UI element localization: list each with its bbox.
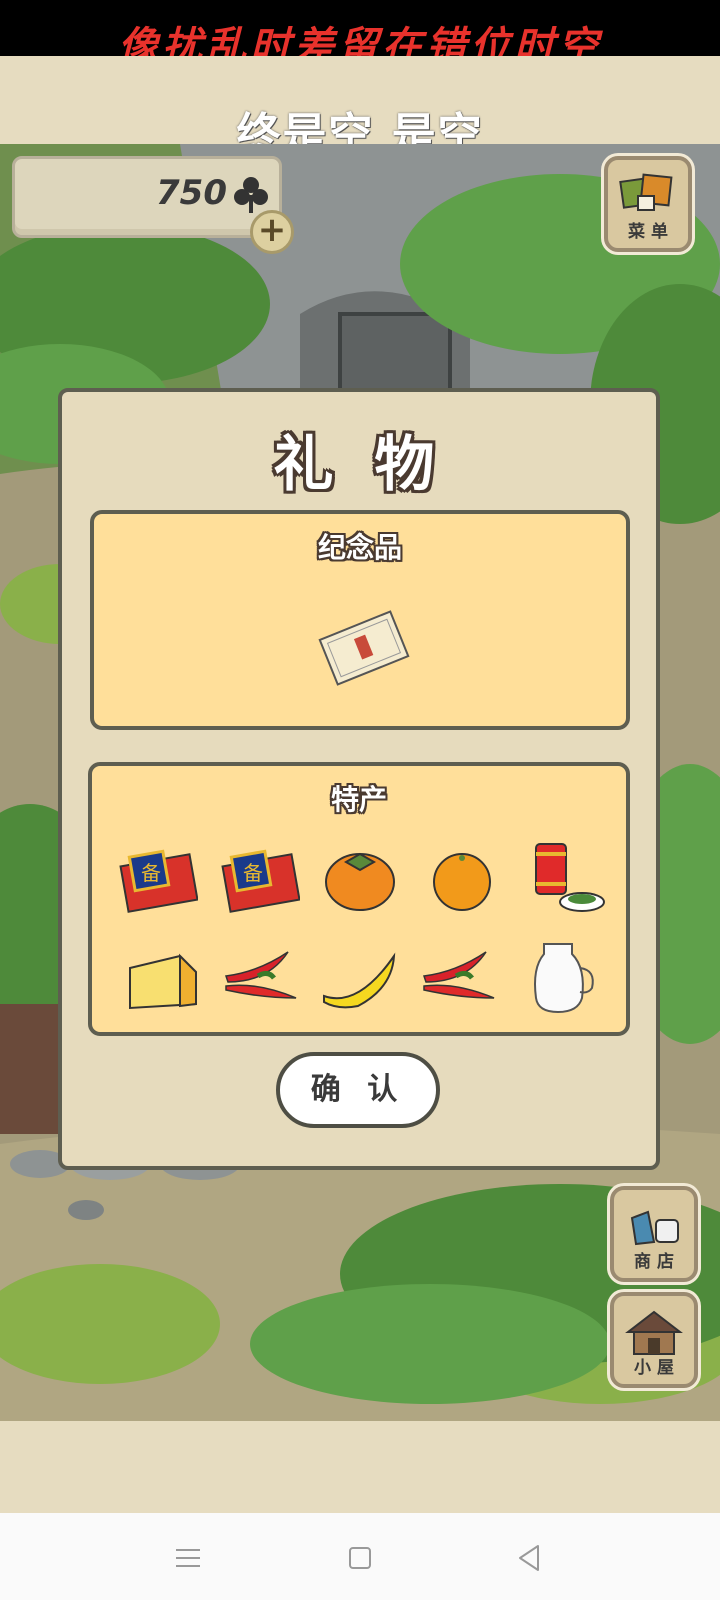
cheese-icon[interactable] — [120, 942, 204, 1018]
souvenir-card-icon[interactable] — [318, 606, 410, 690]
souvenir-panel: 纪念品 — [90, 510, 630, 730]
orange-icon[interactable] — [420, 840, 504, 916]
chili-peppers-icon[interactable] — [416, 942, 500, 1018]
gift-box-icon[interactable]: 备 — [216, 840, 300, 916]
add-clover-button[interactable]: + — [250, 210, 294, 254]
menu-label: 菜 单 — [628, 222, 668, 242]
confirm-button[interactable]: 确 认 — [276, 1052, 440, 1128]
souvenir-title: 纪念品 — [317, 531, 402, 564]
tea-can-icon[interactable] — [522, 840, 606, 916]
house-button[interactable]: 小 屋 — [610, 1292, 698, 1388]
chili-peppers-icon[interactable] — [218, 942, 302, 1018]
gift-box-icon[interactable]: 备 — [114, 840, 198, 916]
bottom-beige-strip — [0, 1421, 720, 1513]
shop-label: 商 店 — [634, 1252, 674, 1272]
dialog-title: 礼 物 — [273, 430, 445, 500]
clover-counter: 750 — [12, 156, 282, 238]
plus-icon: + — [257, 210, 287, 250]
gift-dialog: 礼 物 纪念品 特产 备 备 确 认 — [58, 388, 660, 1170]
specialty-panel: 特产 备 备 — [88, 762, 630, 1036]
back-icon[interactable] — [510, 1538, 550, 1578]
persimmon-icon[interactable] — [318, 840, 402, 916]
milk-jug-icon[interactable] — [522, 938, 606, 1014]
clover-icon — [234, 177, 268, 213]
svg-text:备: 备 — [141, 861, 161, 885]
svg-text:备: 备 — [243, 861, 263, 885]
shop-button[interactable]: 商 店 — [610, 1186, 698, 1282]
clover-count: 750 — [156, 173, 227, 213]
menu-icon[interactable] — [168, 1538, 208, 1578]
system-navigation-bar — [0, 1513, 720, 1600]
specialty-title: 特产 — [330, 783, 387, 816]
house-label: 小 屋 — [634, 1358, 674, 1378]
menu-button[interactable]: 菜 单 — [604, 156, 692, 252]
banana-icon[interactable] — [318, 942, 402, 1018]
home-icon[interactable] — [340, 1538, 380, 1578]
